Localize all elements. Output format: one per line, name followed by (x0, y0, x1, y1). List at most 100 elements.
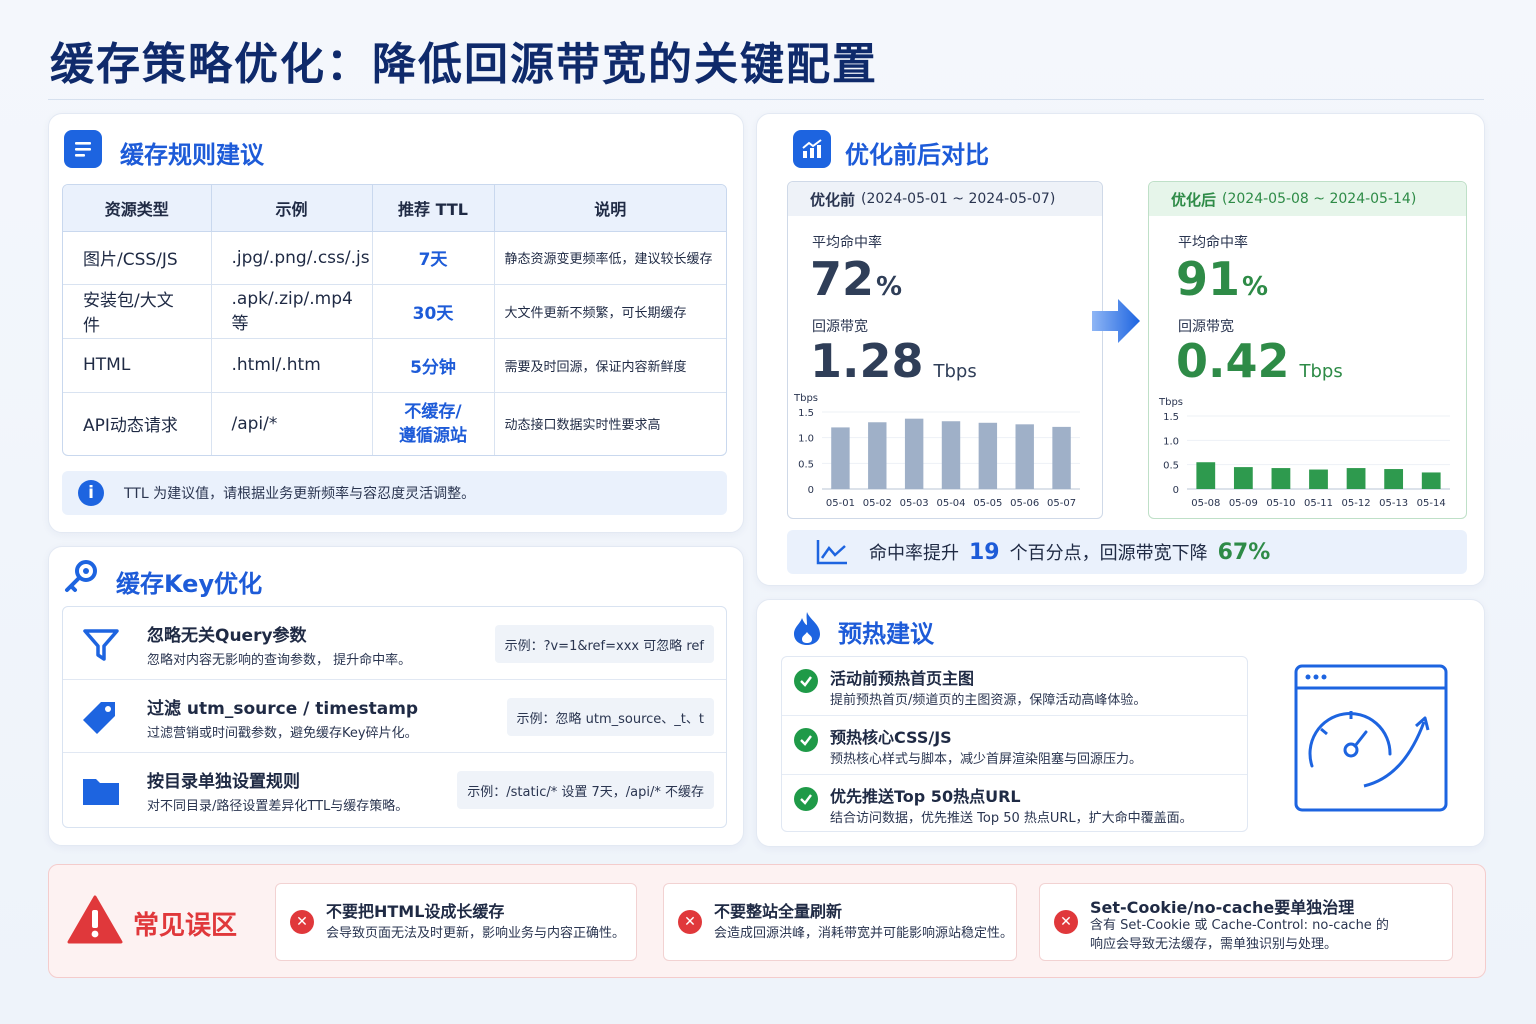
bar (1309, 469, 1328, 489)
trend-icon (815, 538, 849, 566)
list-item: 忽略无关Query参数 忽略对内容无影响的查询参数， 提升命中率。 示例：?v=… (63, 607, 726, 680)
before-hit-label: 平均命中率 (812, 235, 882, 251)
x-circle-icon: ✕ (290, 910, 314, 934)
column-header-desc: 说明 (494, 185, 726, 232)
after-bw-value: 0.42 Tbps (1176, 334, 1343, 388)
before-hit-unit: % (876, 272, 903, 302)
title-divider (48, 99, 1484, 100)
x-tick-label: 05-01 (826, 498, 855, 509)
list-item: 优先推送Top 50热点URL 结合访问数据，优先推送 Top 50 热点URL… (782, 775, 1247, 833)
x-tick-label: 05-02 (863, 498, 892, 509)
y-axis-unit: Tbps (793, 393, 818, 404)
cell-example: /api/* (211, 392, 373, 455)
y-tick-label: 1.0 (798, 434, 814, 445)
y-tick-label: 0 (808, 485, 814, 496)
cache-rules-heading: 缓存规则建议 (120, 141, 264, 169)
ttl-note: i TTL 为建议值，请根据业务更新频率与容忍度灵活调整。 (62, 471, 727, 515)
item-subtitle: 对不同目录/路径设置差异化TTL与缓存策略。 (147, 799, 409, 814)
pitfall-subtitle: 含有 Set-Cookie 或 Cache-Control: no-cache … (1090, 918, 1389, 952)
compare-heading: 优化前后对比 (845, 141, 989, 169)
after-bw-label: 回源带宽 (1178, 319, 1234, 335)
preheat-heading: 预热建议 (838, 620, 934, 648)
pitfall-card: ✕ 不要整站全量刷新 会造成回源洪峰，消耗带宽并可能影响源站稳定性。 (663, 883, 1017, 961)
x-tick-label: 05-12 (1342, 498, 1371, 509)
bar (1384, 469, 1404, 489)
speedometer-browser-icon (1294, 664, 1448, 812)
column-header-ttl: 推荐 TTL (372, 185, 495, 232)
after-hit-unit: % (1242, 272, 1269, 302)
item-title: 活动前预热首页主图 (830, 669, 975, 688)
item-example: 示例：忽略 utm_source、_t、t (506, 698, 714, 736)
info-icon: i (78, 480, 104, 506)
after-bw-number: 0.42 (1176, 334, 1290, 388)
list-item: 过滤 utm_source / timestamp 过滤营销或时间戳参数，避免缓… (63, 680, 726, 753)
after-range: (2024-05-08 ~ 2024-05-14) (1222, 191, 1417, 207)
x-tick-label: 05-09 (1229, 498, 1258, 509)
cell-type: HTML (63, 338, 212, 393)
table-row: 安装包/大文件 .apk/.zip/.mp4等 30天 大文件更新不频繁，可长期… (63, 284, 726, 339)
after-label: 优化后 (1171, 190, 1217, 209)
pitfall-subtitle: 会造成回源洪峰，消耗带宽并可能影响源站稳定性。 (714, 926, 1014, 941)
bar (1233, 467, 1253, 489)
item-subtitle: 提前预热首页/频道页的主图资源，保障活动高峰体验。 (830, 693, 1147, 708)
after-bw-unit: Tbps (1299, 361, 1343, 382)
list-item: 预热核心CSS/JS 预热核心样式与脚本，减少首屏渲染阻塞与回源压力。 (782, 716, 1247, 775)
bar (941, 421, 961, 489)
cache-key-heading: 缓存Key优化 (116, 570, 263, 598)
y-tick-label: 1.5 (1163, 412, 1179, 423)
check-circle-icon (794, 669, 818, 693)
cell-ttl: 5分钟 (372, 338, 495, 393)
item-title: 优先推送Top 50热点URL (830, 787, 1021, 806)
cell-desc: 动态接口数据实时性要求高 (504, 418, 661, 434)
x-tick-label: 05-08 (1191, 498, 1220, 509)
x-tick-label: 05-13 (1379, 498, 1408, 509)
cell-example: .jpg/.png/.css/.js (211, 231, 373, 285)
cell-ttl: 不缓存/ 遵循源站 (372, 392, 495, 455)
item-title: 过滤 utm_source / timestamp (147, 699, 419, 719)
bar (1421, 472, 1441, 489)
improvement-summary: 命中率提升 19 个百分点，回源带宽下降 67% (787, 530, 1467, 574)
tag-icon (81, 698, 121, 738)
pitfall-card: ✕ Set-Cookie/no-cache要单独治理 含有 Set-Cookie… (1039, 883, 1453, 961)
y-tick-label: 0 (1173, 485, 1179, 496)
cache-key-list: 忽略无关Query参数 忽略对内容无影响的查询参数， 提升命中率。 示例：?v=… (62, 606, 727, 828)
bar (1271, 468, 1291, 489)
item-title: 预热核心CSS/JS (830, 728, 952, 747)
item-example: 示例：?v=1&ref=xxx 可忽略 ref (494, 625, 714, 663)
cell-example: .html/.htm (211, 338, 373, 393)
item-subtitle: 过滤营销或时间戳参数，避免缓存Key碎片化。 (147, 726, 418, 741)
x-tick-label: 05-06 (1010, 498, 1039, 509)
y-tick-label: 0.5 (798, 459, 814, 470)
bar (904, 418, 924, 489)
before-label: 优化前 (810, 190, 856, 209)
x-circle-icon: ✕ (678, 910, 702, 934)
bar (1015, 424, 1034, 489)
pitfalls-panel: 常见误区 ✕ 不要把HTML设成长缓存 会导致页面无法及时更新，影响业务与内容正… (48, 864, 1486, 978)
table-row: HTML .html/.htm 5分钟 需要及时回源，保证内容新鲜度 (63, 338, 726, 393)
x-tick-label: 05-14 (1417, 498, 1446, 509)
bar (1052, 426, 1071, 489)
check-circle-icon (794, 787, 818, 811)
arrow-right-icon (1092, 297, 1142, 345)
before-bar-chart: Tbps 0 0.5 1.0 1.5 05-01 05-02 05-03 05-04 05-05 0… (793, 393, 1080, 509)
item-title: 忽略无关Query参数 (147, 626, 307, 646)
before-hit-value: 72% (810, 252, 902, 306)
x-tick-label: 05-11 (1304, 498, 1333, 509)
cell-desc: 需要及时回源，保证内容新鲜度 (494, 338, 726, 393)
item-title: 按目录单独设置规则 (147, 772, 300, 792)
item-subtitle: 忽略对内容无影响的查询参数， 提升命中率。 (147, 653, 412, 668)
bar (868, 422, 887, 489)
x-tick-label: 05-10 (1266, 498, 1295, 509)
summary-drop: 67% (1217, 539, 1271, 565)
pitfall-subtitle: 会导致页面无法及时更新，影响业务与内容正确性。 (326, 926, 626, 941)
pitfall-title: Set-Cookie/no-cache要单独治理 (1090, 898, 1355, 917)
pitfall-title: 不要整站全量刷新 (714, 902, 843, 921)
before-range: (2024-05-01 ~ 2024-05-07) (861, 191, 1056, 207)
bar (1346, 468, 1366, 489)
cell-desc: 大文件更新不频繁，可长期缓存 (494, 284, 726, 339)
ttl-note-text: TTL 为建议值，请根据业务更新频率与容忍度灵活调整。 (124, 486, 476, 502)
after-card-header: 优化后 (2024-05-08 ~ 2024-05-14) (1149, 182, 1466, 216)
summary-prefix: 命中率提升 (869, 543, 959, 564)
warning-icon (67, 895, 123, 945)
y-tick-label: 0.5 (1163, 461, 1179, 472)
